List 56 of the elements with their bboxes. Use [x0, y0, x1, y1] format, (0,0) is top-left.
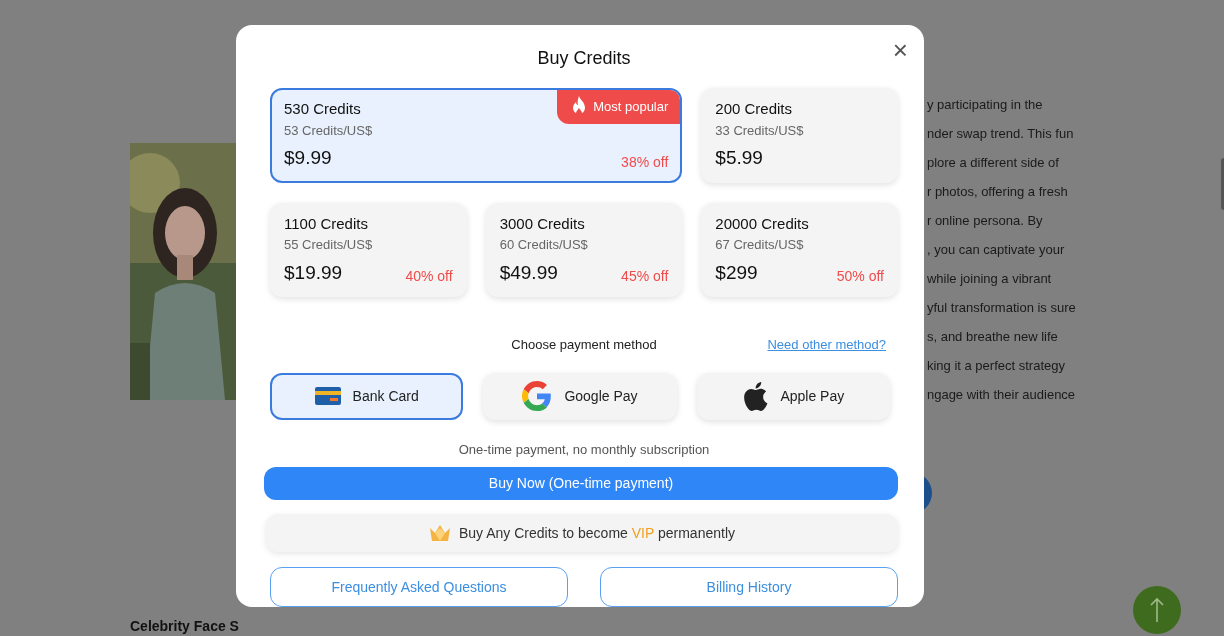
article-text-line: r photos, offering a fresh — [926, 183, 1069, 201]
vip-banner-text: Buy Any Credits to become VIP permanently — [459, 523, 735, 543]
credit-plan-card[interactable]: 3000 Credits 60 Credits/US$ $49.99 45% off — [485, 202, 683, 297]
payment-method-button[interactable]: Apple Pay — [696, 372, 890, 420]
discount-label: 50% off — [836, 267, 884, 286]
scroll-to-top-button[interactable] — [1133, 586, 1181, 634]
credits-amount: 3000 Credits — [499, 213, 585, 234]
article-text-line: nder swap trend. This fun — [926, 125, 1075, 143]
article-text-line: ngage with their audience — [926, 386, 1076, 404]
credit-plan-card[interactable]: 20000 Credits 67 Credits/US$ $299 50% off — [701, 202, 898, 297]
footer-link-button[interactable]: Frequently Asked Questions — [270, 567, 568, 607]
credits-amount: 200 Credits — [715, 99, 793, 119]
google-g-icon — [522, 381, 553, 411]
plan-price: $49.99 — [499, 260, 558, 285]
dialog-title: Buy Credits — [537, 47, 631, 70]
arrow-up-icon — [1150, 597, 1164, 623]
plan-price: $5.99 — [715, 146, 763, 170]
crown-icon — [429, 524, 451, 543]
article-text-line: y participating in the — [926, 96, 1044, 114]
article-text-line: yful transformation is sure — [926, 299, 1076, 317]
bank-card-icon — [314, 387, 341, 405]
footer-link-button[interactable]: Billing History — [600, 567, 898, 607]
scroll-indicator — [1221, 158, 1224, 210]
article-text-line: r online persona. By — [926, 212, 1044, 230]
credits-amount: 1100 Credits — [284, 213, 368, 234]
credits-amount: 20000 Credits — [715, 213, 809, 234]
credits-rate: 60 Credits/US$ — [499, 236, 588, 254]
credit-plan-card[interactable]: 200 Credits 33 Credits/US$ $5.99 — [701, 88, 898, 183]
credit-plan-card[interactable]: 1100 Credits 55 Credits/US$ $19.99 40% off — [270, 202, 467, 297]
credits-rate: 55 Credits/US$ — [284, 236, 373, 254]
plan-price: $9.99 — [284, 146, 332, 170]
badge-label: Most popular — [593, 98, 669, 117]
article-text-line: plore a different side of — [926, 154, 1060, 172]
payment-method-button[interactable]: Google Pay — [483, 372, 677, 420]
discount-label: 38% off — [621, 152, 669, 172]
discount-label: 40% off — [405, 267, 453, 286]
article-text-line: while joining a vibrant — [926, 270, 1053, 288]
article-text-line: s, and breathe new life — [926, 328, 1059, 346]
discount-label: 45% off — [621, 267, 669, 286]
payment-note: One-time payment, no monthly subscription — [458, 440, 710, 459]
plan-price: $19.99 — [284, 260, 343, 285]
plan-price: $299 — [715, 260, 758, 285]
apple-icon — [742, 381, 769, 411]
article-text-line: king it a perfect strategy — [926, 357, 1066, 375]
article-text-line: , you can captivate your — [926, 241, 1066, 259]
credit-plan-card[interactable]: 530 Credits Most popular 53 Credits/US$ $9.99 38% off — [270, 88, 683, 183]
credits-amount: 530 Credits — [284, 99, 361, 119]
payment-heading: Choose payment method — [511, 336, 657, 354]
credits-rate: 33 Credits/US$ — [715, 121, 804, 140]
section-heading: Celebrity Face S — [130, 618, 239, 634]
payment-method-button[interactable]: Bank Card — [270, 372, 464, 420]
credits-rate: 67 Credits/US$ — [715, 236, 804, 254]
credits-rate: 53 Credits/US$ — [284, 121, 373, 140]
close-button[interactable]: × — [892, 37, 908, 63]
buy-now-button[interactable]: Buy Now (One-time payment) — [264, 467, 898, 501]
need-other-method-link[interactable]: Need other method? — [767, 335, 886, 355]
